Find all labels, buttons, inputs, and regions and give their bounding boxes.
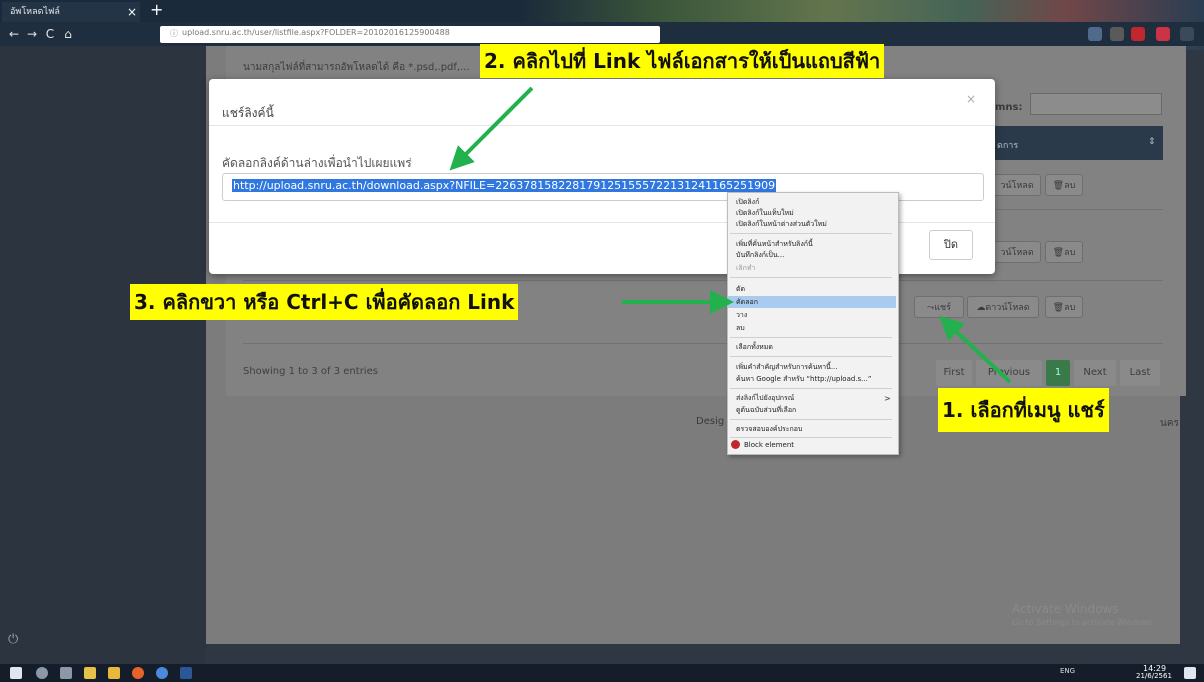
- task-view-icon[interactable]: [60, 667, 72, 679]
- chrome-icon[interactable]: [156, 667, 168, 679]
- search-icon[interactable]: [36, 667, 48, 679]
- callout-step-2: 2. คลิกไปที่ Link ไฟล์เอกสารให้เป็นแถบสี…: [480, 44, 885, 78]
- word-icon[interactable]: [180, 667, 192, 679]
- callout-step-3: 3. คลิกขวา หรือ Ctrl+C เพื่อคัดลอก Link: [130, 284, 519, 320]
- instruction-arrows: [449, 86, 1012, 384]
- clock-date[interactable]: 21/6/2561: [1136, 672, 1172, 680]
- arrow-to-link: [449, 86, 534, 171]
- start-icon[interactable]: [10, 667, 22, 679]
- callout-step-1: 1. เลือกที่เมนู แชร์: [938, 388, 1109, 432]
- notification-icon[interactable]: [1184, 667, 1196, 679]
- arrow-to-share: [939, 315, 1012, 384]
- file-explorer-icon[interactable]: [108, 667, 120, 679]
- store-icon[interactable]: [84, 667, 96, 679]
- firefox-icon[interactable]: [132, 667, 144, 679]
- language-indicator[interactable]: ENG: [1060, 667, 1075, 675]
